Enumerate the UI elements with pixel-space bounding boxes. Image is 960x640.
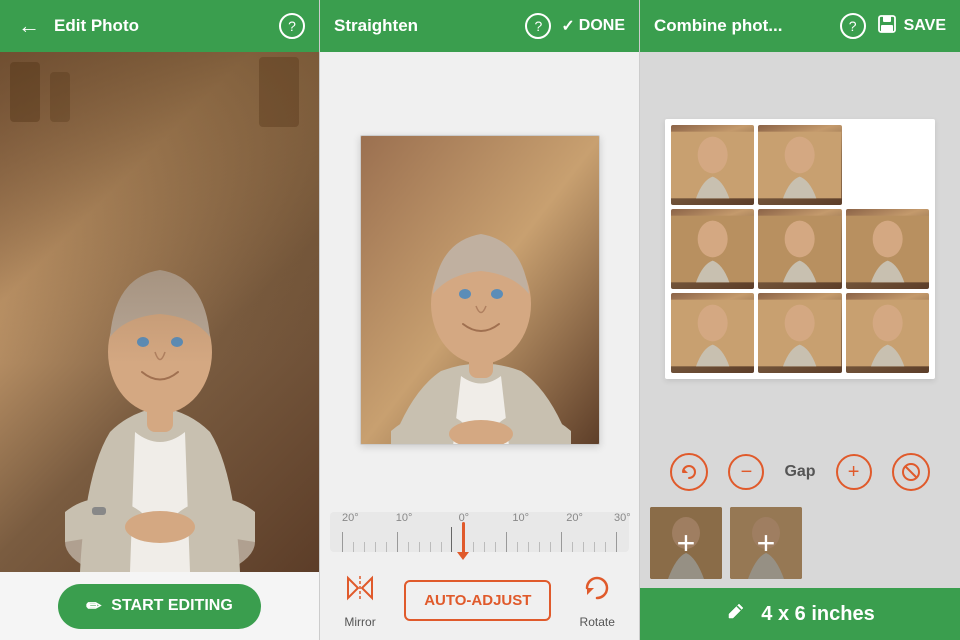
grid-cell-3-3: [846, 293, 929, 373]
start-editing-label: START EDITING: [111, 597, 232, 615]
left-panel-title: Edit Photo: [54, 16, 269, 36]
mid-bottom-tools: Mirror AUTO-ADJUST Rotate: [320, 560, 639, 640]
grid-cell-1-3: [846, 125, 929, 205]
mid-panel-title: Straighten: [334, 16, 515, 36]
thumb-1-container: +: [650, 507, 722, 579]
grid-cell-2-1: [671, 209, 754, 289]
mid-person-image: [361, 136, 600, 445]
photo-grid-area: [640, 52, 960, 446]
grid-cell-1-2: [758, 125, 841, 205]
mid-photo-container: [360, 135, 600, 445]
rotate-button[interactable]: Rotate: [580, 572, 615, 629]
right-panel-title: Combine phot...: [654, 16, 830, 36]
app-container: ← Edit Photo ?: [0, 0, 960, 640]
gap-minus-button[interactable]: −: [728, 454, 764, 490]
mid-top-bar: Straighten ? ✓ DONE: [320, 0, 639, 52]
mirror-icon: [344, 572, 376, 611]
gap-plus-button[interactable]: +: [836, 454, 872, 490]
save-button[interactable]: SAVE: [876, 13, 946, 40]
grid-cell-2-2: [758, 209, 841, 289]
rotate-label: Rotate: [580, 615, 615, 629]
gap-bar: − Gap +: [640, 446, 960, 498]
grid-cell-3-1: [671, 293, 754, 373]
ruler-indicator: [462, 522, 465, 552]
grid-cell-1-1: [671, 125, 754, 205]
right-top-bar: Combine phot... ? SAVE: [640, 0, 960, 52]
size-edit-icon: [725, 600, 747, 628]
size-bar: 4 x 6 inches: [640, 588, 960, 640]
right-help-button[interactable]: ?: [840, 13, 866, 39]
left-help-button[interactable]: ?: [279, 13, 305, 39]
start-editing-button[interactable]: ✏ START EDITING: [58, 584, 261, 629]
left-bottom-bar: ✏ START EDITING: [0, 572, 319, 640]
plus-icon: +: [848, 461, 860, 484]
grid-cell-3-2: [758, 293, 841, 373]
no-rotate-button[interactable]: [892, 453, 930, 491]
left-photo-area: [0, 52, 319, 572]
grid-cell-2-3: [846, 209, 929, 289]
save-label: SAVE: [904, 17, 946, 35]
left-top-bar: ← Edit Photo ?: [0, 0, 319, 52]
left-photo-background: [0, 52, 319, 572]
mid-photo-image: [361, 136, 599, 444]
gap-label: Gap: [784, 463, 815, 481]
mirror-label: Mirror: [344, 615, 375, 629]
done-label: DONE: [579, 17, 625, 35]
undo-button[interactable]: [670, 453, 708, 491]
pencil-icon: ✏: [86, 596, 101, 617]
thumb-2-container: +: [730, 507, 802, 579]
thumb-2-plus-icon: +: [757, 527, 776, 559]
save-icon: [876, 13, 898, 40]
photo-grid: [665, 119, 935, 379]
thumb-1-add-button[interactable]: +: [650, 507, 722, 579]
thumb-2-add-button[interactable]: +: [730, 507, 802, 579]
done-check-icon: ✓: [561, 16, 574, 36]
right-panel: Combine phot... ? SAVE: [640, 0, 960, 640]
mid-photo-area: [320, 52, 639, 508]
auto-adjust-button[interactable]: AUTO-ADJUST: [404, 580, 551, 621]
minus-icon: −: [741, 461, 753, 484]
grid-row-1: [671, 125, 929, 205]
mid-panel: Straighten ? ✓ DONE: [320, 0, 640, 640]
back-button[interactable]: ←: [14, 9, 44, 43]
rotate-icon: [581, 572, 613, 611]
thumb-bar: + +: [640, 498, 960, 588]
done-button[interactable]: ✓ DONE: [561, 16, 625, 36]
ruler-area: 20° 10° 0° 10° 20° 30°: [320, 508, 639, 560]
size-text: 4 x 6 inches: [761, 603, 874, 626]
left-panel: ← Edit Photo ?: [0, 0, 320, 640]
grid-row-3: [671, 293, 929, 373]
mid-help-button[interactable]: ?: [525, 13, 551, 39]
mirror-button[interactable]: Mirror: [344, 572, 376, 629]
thumb-1-plus-icon: +: [677, 527, 696, 559]
ruler-container: 20° 10° 0° 10° 20° 30°: [330, 508, 629, 560]
grid-row-2: [671, 209, 929, 289]
